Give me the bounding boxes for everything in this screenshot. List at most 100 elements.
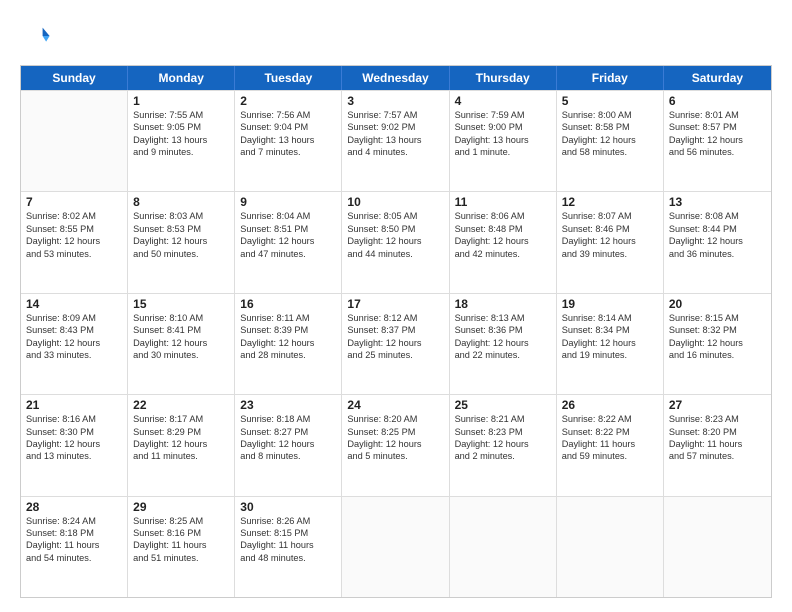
week-row-4: 21Sunrise: 8:16 AMSunset: 8:30 PMDayligh… — [21, 394, 771, 495]
cell-line: Sunset: 8:16 PM — [133, 527, 229, 539]
cal-cell: 23Sunrise: 8:18 AMSunset: 8:27 PMDayligh… — [235, 395, 342, 495]
cell-line: Sunrise: 8:12 AM — [347, 312, 443, 324]
cell-line: Sunrise: 8:14 AM — [562, 312, 658, 324]
cal-cell: 17Sunrise: 8:12 AMSunset: 8:37 PMDayligh… — [342, 294, 449, 394]
header-day-sunday: Sunday — [21, 66, 128, 90]
cell-line: and 9 minutes. — [133, 146, 229, 158]
cell-line: Sunrise: 8:09 AM — [26, 312, 122, 324]
cell-line: Sunrise: 8:23 AM — [669, 413, 766, 425]
cell-line: and 22 minutes. — [455, 349, 551, 361]
cell-line: and 54 minutes. — [26, 552, 122, 564]
cal-cell: 29Sunrise: 8:25 AMSunset: 8:16 PMDayligh… — [128, 497, 235, 597]
cell-line: Sunset: 8:39 PM — [240, 324, 336, 336]
cell-line: Daylight: 13 hours — [455, 134, 551, 146]
cell-line: Sunset: 8:51 PM — [240, 223, 336, 235]
cell-line: Sunset: 8:30 PM — [26, 426, 122, 438]
cell-line: Sunset: 8:58 PM — [562, 121, 658, 133]
cell-line: Sunrise: 8:05 AM — [347, 210, 443, 222]
day-number: 29 — [133, 500, 229, 514]
day-number: 13 — [669, 195, 766, 209]
cal-cell: 1Sunrise: 7:55 AMSunset: 9:05 PMDaylight… — [128, 91, 235, 191]
day-number: 1 — [133, 94, 229, 108]
cell-line: Daylight: 12 hours — [455, 438, 551, 450]
cell-line: Sunrise: 8:04 AM — [240, 210, 336, 222]
cell-line: Sunrise: 8:25 AM — [133, 515, 229, 527]
cell-line: Daylight: 12 hours — [562, 134, 658, 146]
day-number: 3 — [347, 94, 443, 108]
cell-line: and 51 minutes. — [133, 552, 229, 564]
cell-line: and 33 minutes. — [26, 349, 122, 361]
cell-line: Sunset: 8:22 PM — [562, 426, 658, 438]
cell-line: Daylight: 13 hours — [240, 134, 336, 146]
cell-line: Sunset: 8:20 PM — [669, 426, 766, 438]
day-number: 11 — [455, 195, 551, 209]
day-number: 8 — [133, 195, 229, 209]
cell-line: Daylight: 12 hours — [133, 337, 229, 349]
cell-line: Daylight: 12 hours — [562, 235, 658, 247]
cell-line: and 50 minutes. — [133, 248, 229, 260]
cal-cell: 4Sunrise: 7:59 AMSunset: 9:00 PMDaylight… — [450, 91, 557, 191]
cal-cell — [664, 497, 771, 597]
cal-cell: 27Sunrise: 8:23 AMSunset: 8:20 PMDayligh… — [664, 395, 771, 495]
day-number: 5 — [562, 94, 658, 108]
cell-line: Sunset: 8:53 PM — [133, 223, 229, 235]
day-number: 20 — [669, 297, 766, 311]
cell-line: Sunrise: 8:15 AM — [669, 312, 766, 324]
cell-line: Daylight: 12 hours — [26, 235, 122, 247]
cell-line: Daylight: 11 hours — [133, 539, 229, 551]
day-number: 24 — [347, 398, 443, 412]
cell-line: Sunset: 8:34 PM — [562, 324, 658, 336]
cell-line: and 39 minutes. — [562, 248, 658, 260]
week-row-1: 1Sunrise: 7:55 AMSunset: 9:05 PMDaylight… — [21, 90, 771, 191]
cell-line: Sunrise: 8:06 AM — [455, 210, 551, 222]
day-number: 17 — [347, 297, 443, 311]
cell-line: Sunrise: 8:02 AM — [26, 210, 122, 222]
cell-line: Daylight: 12 hours — [133, 438, 229, 450]
day-number: 27 — [669, 398, 766, 412]
cal-cell: 16Sunrise: 8:11 AMSunset: 8:39 PMDayligh… — [235, 294, 342, 394]
cell-line: Sunrise: 8:26 AM — [240, 515, 336, 527]
cell-line: Sunrise: 8:16 AM — [26, 413, 122, 425]
day-number: 2 — [240, 94, 336, 108]
cell-line: Daylight: 12 hours — [455, 235, 551, 247]
day-number: 4 — [455, 94, 551, 108]
cell-line: Sunrise: 8:03 AM — [133, 210, 229, 222]
day-number: 14 — [26, 297, 122, 311]
cell-line: Sunset: 8:41 PM — [133, 324, 229, 336]
cell-line: Sunrise: 8:20 AM — [347, 413, 443, 425]
cell-line: Daylight: 12 hours — [240, 337, 336, 349]
logo — [20, 22, 51, 55]
cell-line: and 5 minutes. — [347, 450, 443, 462]
cell-line: and 25 minutes. — [347, 349, 443, 361]
cell-line: and 13 minutes. — [26, 450, 122, 462]
calendar-body: 1Sunrise: 7:55 AMSunset: 9:05 PMDaylight… — [21, 90, 771, 597]
cell-line: Sunrise: 8:22 AM — [562, 413, 658, 425]
header-day-monday: Monday — [128, 66, 235, 90]
cell-line: Sunrise: 8:10 AM — [133, 312, 229, 324]
cal-cell: 12Sunrise: 8:07 AMSunset: 8:46 PMDayligh… — [557, 192, 664, 292]
cal-cell: 7Sunrise: 8:02 AMSunset: 8:55 PMDaylight… — [21, 192, 128, 292]
cell-line: Sunset: 8:44 PM — [669, 223, 766, 235]
cell-line: Sunset: 8:48 PM — [455, 223, 551, 235]
cal-cell — [342, 497, 449, 597]
cell-line: and 42 minutes. — [455, 248, 551, 260]
cell-line: and 4 minutes. — [347, 146, 443, 158]
cal-cell — [557, 497, 664, 597]
cell-line: Daylight: 12 hours — [669, 337, 766, 349]
cell-line: and 19 minutes. — [562, 349, 658, 361]
day-number: 22 — [133, 398, 229, 412]
cell-line: Sunrise: 8:11 AM — [240, 312, 336, 324]
cell-line: Sunrise: 8:18 AM — [240, 413, 336, 425]
cell-line: Daylight: 12 hours — [669, 134, 766, 146]
cell-line: Sunrise: 8:13 AM — [455, 312, 551, 324]
cell-line: Sunrise: 8:00 AM — [562, 109, 658, 121]
cell-line: Sunrise: 8:01 AM — [669, 109, 766, 121]
week-row-3: 14Sunrise: 8:09 AMSunset: 8:43 PMDayligh… — [21, 293, 771, 394]
cal-cell: 5Sunrise: 8:00 AMSunset: 8:58 PMDaylight… — [557, 91, 664, 191]
cell-line: and 53 minutes. — [26, 248, 122, 260]
cal-cell: 3Sunrise: 7:57 AMSunset: 9:02 PMDaylight… — [342, 91, 449, 191]
cal-cell: 30Sunrise: 8:26 AMSunset: 8:15 PMDayligh… — [235, 497, 342, 597]
page: SundayMondayTuesdayWednesdayThursdayFrid… — [0, 0, 792, 612]
day-number: 30 — [240, 500, 336, 514]
day-number: 9 — [240, 195, 336, 209]
